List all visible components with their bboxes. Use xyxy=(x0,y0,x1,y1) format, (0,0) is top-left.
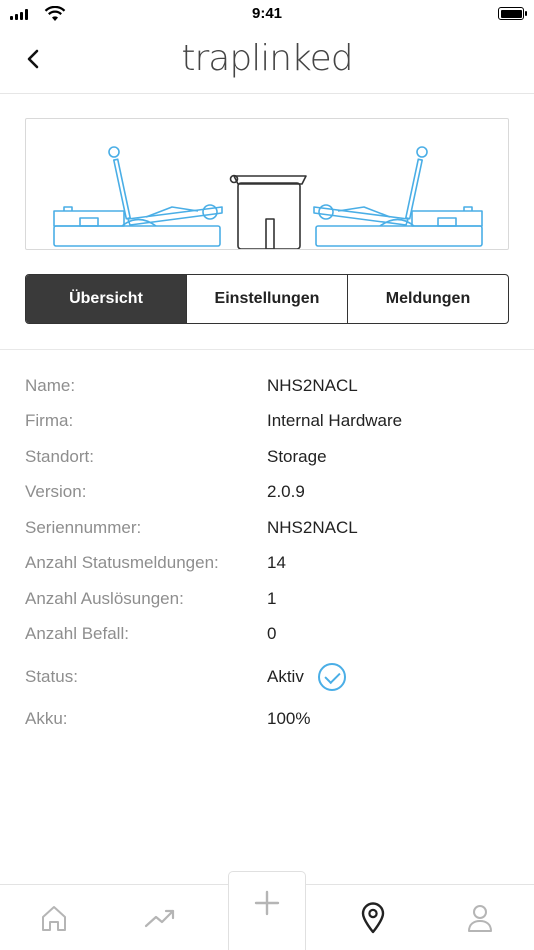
triggers-value: 1 xyxy=(267,588,277,608)
battery-icon xyxy=(498,7,527,20)
detail-row-battery: Akku: 100% xyxy=(25,701,509,737)
name-label: Name: xyxy=(25,375,76,395)
firma-value: Internal Hardware xyxy=(267,411,403,431)
nav-statistics[interactable] xyxy=(140,901,180,935)
version-label: Version: xyxy=(25,482,87,502)
segmented-control: Übersicht Einstellungen Meldungen xyxy=(25,274,509,324)
battery-value: 100% xyxy=(267,708,311,728)
trap-illustration xyxy=(25,118,509,250)
status-bar: 9:41 xyxy=(0,0,534,28)
app-logo: traplinked xyxy=(181,38,353,79)
status-count-label: Anzahl Statusmeldungen: xyxy=(25,553,219,573)
serial-label: Seriennummer: xyxy=(25,517,142,537)
chevron-left-icon xyxy=(27,49,39,69)
tab-einstellungen[interactable]: Einstellungen xyxy=(187,275,348,323)
detail-row-firma: Firma: Internal Hardware xyxy=(25,404,509,440)
standort-value: Storage xyxy=(267,446,327,466)
status-value: Aktiv xyxy=(267,666,304,686)
trap-details: Name: NHS2NACL Firma: Internal Hardware … xyxy=(25,368,509,737)
status-value-wrap: Aktiv xyxy=(267,662,346,691)
detail-row-infestation: Anzahl Befall: 0 xyxy=(25,617,509,653)
detail-row-name: Name: NHS2NACL xyxy=(25,368,509,404)
nav-home[interactable] xyxy=(34,901,74,935)
firma-label: Firma: xyxy=(25,411,74,431)
tab-meldungen[interactable]: Meldungen xyxy=(348,275,508,323)
back-button[interactable] xyxy=(26,42,66,76)
infestation-value: 0 xyxy=(267,624,277,644)
status-label: Status: xyxy=(25,666,78,686)
detail-row-version: Version: 2.0.9 xyxy=(25,475,509,511)
detail-row-triggers: Anzahl Auslösungen: 1 xyxy=(25,581,509,617)
trap-drawing xyxy=(53,146,483,249)
plus-icon xyxy=(254,890,280,916)
location-pin-icon xyxy=(361,902,385,934)
name-value: NHS2NACL xyxy=(267,375,358,395)
status-time: 9:41 xyxy=(251,5,283,22)
detail-row-status-count: Anzahl Statusmeldungen: 14 xyxy=(25,546,509,582)
person-icon xyxy=(468,905,492,932)
standort-label: Standort: xyxy=(25,446,94,466)
navigation-header: traplinked xyxy=(0,28,534,94)
version-value: 2.0.9 xyxy=(267,482,305,502)
detail-row-status: Status: Aktiv xyxy=(25,652,509,701)
tab-uebersicht[interactable]: Übersicht xyxy=(26,275,187,323)
detail-row-serial: Seriennummer: NHS2NACL xyxy=(25,510,509,546)
section-divider xyxy=(0,349,534,350)
check-circle-icon xyxy=(317,662,346,691)
triggers-label: Anzahl Auslösungen: xyxy=(25,588,184,608)
battery-label: Akku: xyxy=(25,708,68,728)
nav-map[interactable] xyxy=(353,901,393,935)
status-count-value: 14 xyxy=(267,553,286,573)
serial-value: NHS2NACL xyxy=(267,517,358,537)
detail-row-standort: Standort: Storage xyxy=(25,439,509,475)
infestation-label: Anzahl Befall: xyxy=(25,624,129,644)
trend-icon xyxy=(144,909,175,928)
home-icon xyxy=(42,906,66,931)
add-trap-button[interactable] xyxy=(228,871,306,950)
nav-profile[interactable] xyxy=(460,901,500,935)
